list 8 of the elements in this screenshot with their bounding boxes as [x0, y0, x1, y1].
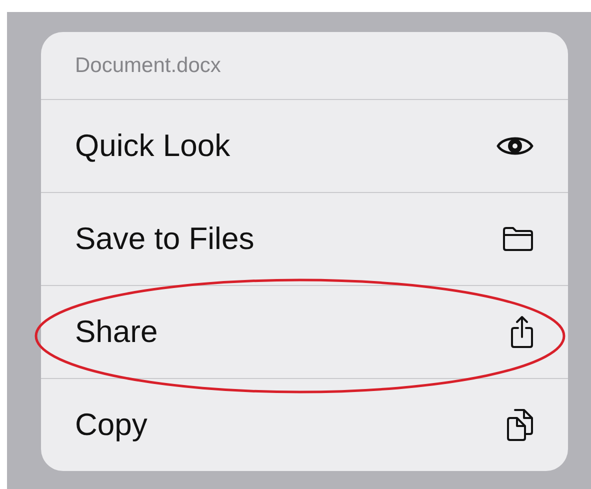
copy-icon	[506, 408, 534, 442]
menu-item[interactable]: Share	[41, 286, 568, 378]
menu-item[interactable]: Save to Files	[41, 193, 568, 285]
menu-item[interactable]: Copy	[41, 379, 568, 471]
share-icon	[510, 315, 534, 349]
menu-item[interactable]: Quick Look	[41, 100, 568, 192]
menu-title: Document.docx	[41, 32, 568, 100]
folder-icon	[502, 226, 534, 252]
